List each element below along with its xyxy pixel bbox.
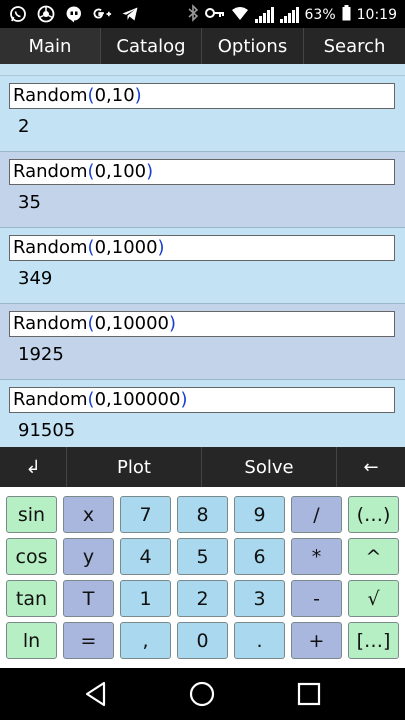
key-tan[interactable]: tan bbox=[6, 580, 57, 617]
status-bar: 63% 10:19 bbox=[0, 0, 405, 28]
backspace-icon: ← bbox=[363, 456, 379, 478]
key-4[interactable]: 4 bbox=[120, 538, 171, 575]
results-list[interactable]: Random(0,10) 2 Random(0,100) 35 Random(0… bbox=[0, 64, 405, 447]
key-3[interactable]: 3 bbox=[234, 580, 285, 617]
tab-search[interactable]: Search bbox=[304, 28, 405, 64]
key-6[interactable]: 6 bbox=[234, 538, 285, 575]
navigation-bar bbox=[0, 668, 405, 720]
key-0[interactable]: 0 bbox=[177, 622, 228, 659]
keypad: sin x 7 8 9 / (…) cos y 4 5 6 * ^ tan T … bbox=[0, 487, 405, 668]
tab-catalog[interactable]: Catalog bbox=[101, 28, 202, 64]
list-item[interactable]: Random(0,100000) 91505 bbox=[0, 380, 405, 447]
enter-button[interactable]: ↲ bbox=[0, 447, 67, 487]
system-status: 63% 10:19 bbox=[187, 4, 397, 26]
solve-button[interactable]: Solve bbox=[202, 447, 337, 487]
key-2[interactable]: 2 bbox=[177, 580, 228, 617]
google-plus-icon bbox=[92, 4, 112, 24]
signal-icon bbox=[279, 7, 299, 23]
results-top-spacer bbox=[0, 64, 405, 76]
expression-field[interactable]: Random(0,10) bbox=[9, 83, 395, 109]
wifi-icon bbox=[231, 5, 249, 25]
key-8[interactable]: 8 bbox=[177, 496, 228, 533]
recents-icon[interactable] bbox=[295, 680, 323, 708]
main-tabs: Main Catalog Options Search bbox=[0, 28, 405, 64]
notification-icons bbox=[8, 4, 140, 24]
key-decimal[interactable]: . bbox=[234, 622, 285, 659]
key-5[interactable]: 5 bbox=[177, 538, 228, 575]
key-ln[interactable]: ln bbox=[6, 622, 57, 659]
result-value: 2 bbox=[18, 116, 30, 137]
backspace-button[interactable]: ← bbox=[337, 447, 405, 487]
key-minus[interactable]: - bbox=[291, 580, 342, 617]
expression-field[interactable]: Random(0,100) bbox=[9, 159, 395, 185]
battery-percent: 63% bbox=[304, 7, 336, 23]
expression-field[interactable]: Random(0,1000) bbox=[9, 235, 395, 261]
key-power[interactable]: ^ bbox=[348, 538, 399, 575]
key-equals[interactable]: = bbox=[63, 622, 114, 659]
result-value: 91505 bbox=[18, 420, 76, 441]
home-icon[interactable] bbox=[188, 680, 216, 708]
tab-main[interactable]: Main bbox=[0, 28, 101, 64]
expression-field[interactable]: Random(0,100000) bbox=[9, 387, 395, 413]
key-sqrt[interactable]: √ bbox=[348, 580, 399, 617]
telegram-icon bbox=[120, 4, 140, 24]
key-y[interactable]: y bbox=[63, 538, 114, 575]
plot-button[interactable]: Plot bbox=[67, 447, 202, 487]
list-item[interactable]: Random(0,10000) 1925 bbox=[0, 304, 405, 380]
key-sin[interactable]: sin bbox=[6, 496, 57, 533]
key-9[interactable]: 9 bbox=[234, 496, 285, 533]
chrome-icon bbox=[36, 4, 56, 24]
action-bar: ↲ Plot Solve ← bbox=[0, 447, 405, 487]
key-1[interactable]: 1 bbox=[120, 580, 171, 617]
list-item[interactable]: Random(0,1000) 349 bbox=[0, 228, 405, 304]
enter-icon: ↲ bbox=[25, 456, 41, 478]
key-cos[interactable]: cos bbox=[6, 538, 57, 575]
key-t[interactable]: T bbox=[63, 580, 114, 617]
key-x[interactable]: x bbox=[63, 496, 114, 533]
list-item[interactable]: Random(0,100) 35 bbox=[0, 152, 405, 228]
expression-field[interactable]: Random(0,10000) bbox=[9, 311, 395, 337]
signal-icon bbox=[254, 7, 274, 23]
back-icon[interactable] bbox=[82, 680, 110, 708]
tab-options[interactable]: Options bbox=[202, 28, 304, 64]
key-divide[interactable]: / bbox=[291, 496, 342, 533]
key-plus[interactable]: + bbox=[291, 622, 342, 659]
hangouts-icon bbox=[64, 4, 84, 24]
key-icon bbox=[204, 6, 225, 24]
key-comma[interactable]: , bbox=[120, 622, 171, 659]
key-7[interactable]: 7 bbox=[120, 496, 171, 533]
key-multiply[interactable]: * bbox=[291, 538, 342, 575]
bluetooth-icon bbox=[187, 4, 199, 26]
key-brackets[interactable]: […] bbox=[348, 622, 399, 659]
result-value: 349 bbox=[18, 268, 53, 289]
result-value: 35 bbox=[18, 192, 41, 213]
key-parentheses[interactable]: (…) bbox=[348, 496, 399, 533]
list-item[interactable]: Random(0,10) 2 bbox=[0, 76, 405, 152]
whatsapp-icon bbox=[8, 4, 28, 24]
clock: 10:19 bbox=[356, 7, 397, 23]
battery-icon bbox=[342, 5, 351, 25]
result-value: 1925 bbox=[18, 344, 64, 365]
